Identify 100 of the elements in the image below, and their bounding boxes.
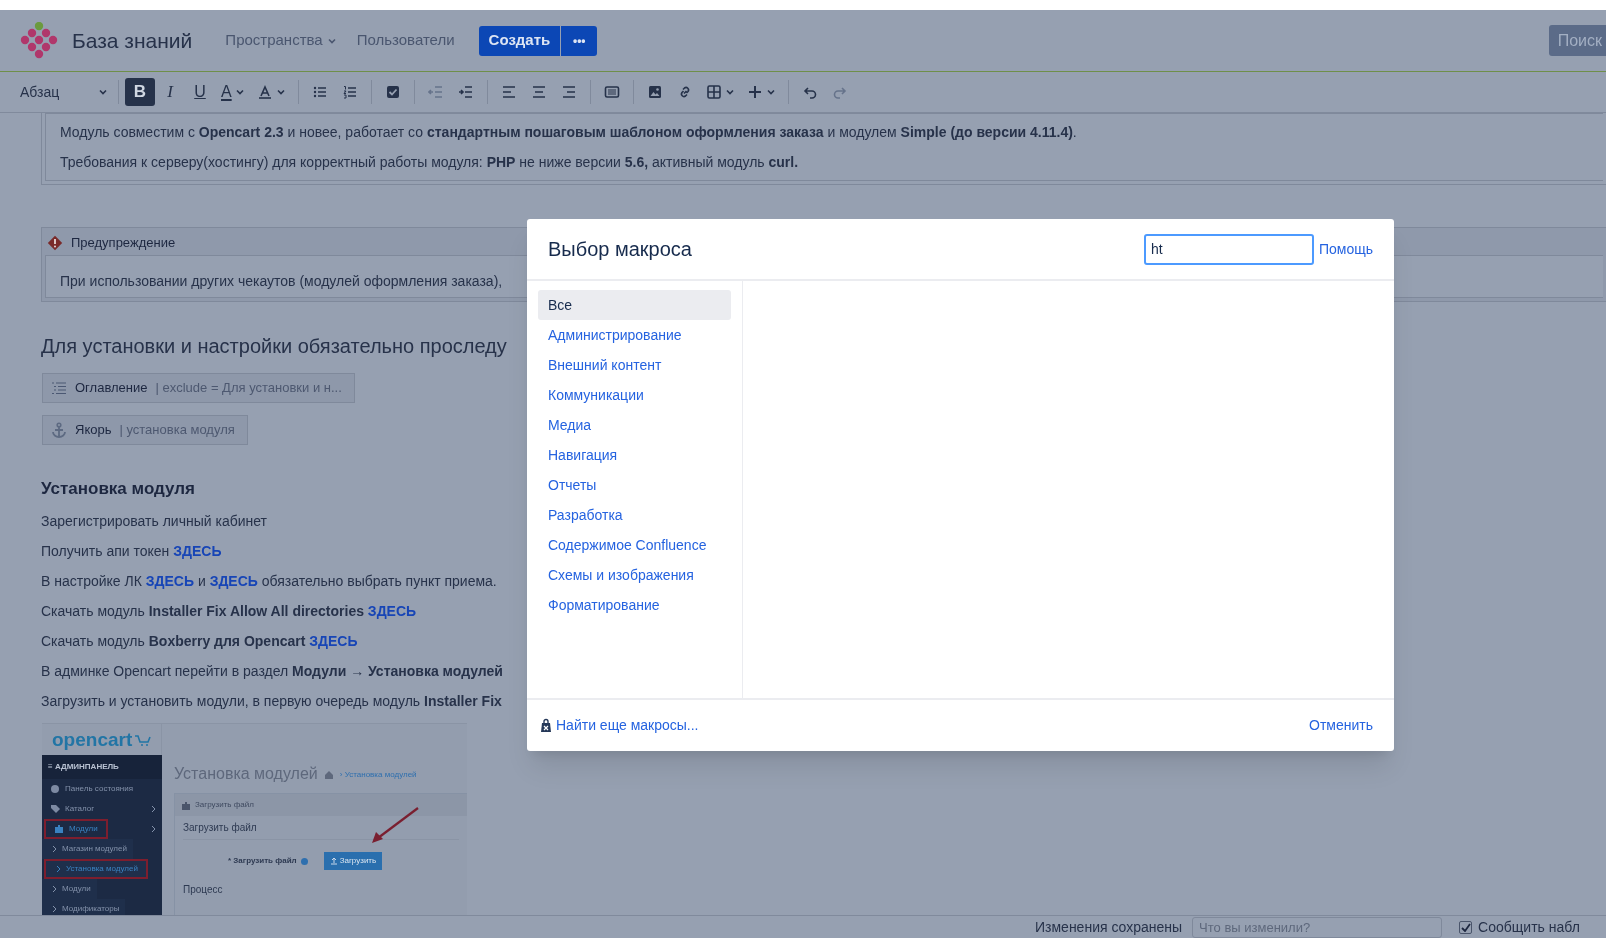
opencart-logo: opencart <box>52 730 133 749</box>
cart-icon <box>134 732 153 747</box>
paragraph-style-dropdown[interactable]: Абзац <box>14 77 112 107</box>
error-icon <box>47 235 63 251</box>
caret-icon <box>275 87 286 97</box>
category-item[interactable]: Отчеты <box>538 470 731 500</box>
checkbox-icon <box>384 84 401 100</box>
bold-button[interactable]: B <box>125 78 155 106</box>
menu-item[interactable]: Магазин модулей <box>42 839 133 859</box>
macro-parameters: | установка модуля <box>119 421 235 440</box>
link[interactable]: ЗДЕСЬ <box>145 573 194 589</box>
indent-icon <box>457 84 474 100</box>
align-left-icon <box>500 84 517 100</box>
dialog-title: Выбор макроса <box>548 237 692 262</box>
menu-item[interactable]: Установка модулей <box>44 859 148 879</box>
menu-item[interactable]: Модификаторы <box>42 899 126 915</box>
upload-button[interactable]: Загрузить <box>323 852 383 870</box>
checkbox[interactable] <box>1459 920 1473 934</box>
arrow <box>372 807 419 843</box>
paragraph: Загрузить и установить модули, в первую очередь модуль Installer Fix <box>41 692 502 711</box>
category-item[interactable]: Содержимое Confluence <box>538 530 731 560</box>
table-icon <box>705 84 722 100</box>
redo-icon <box>831 84 848 100</box>
outdent-icon <box>427 84 444 100</box>
macro-name: Якорь <box>75 421 112 440</box>
caret-icon <box>98 87 108 97</box>
italic-button[interactable]: I <box>155 78 185 106</box>
link[interactable]: ЗДЕСЬ <box>367 603 417 619</box>
menu-item[interactable]: Модули <box>44 819 108 839</box>
caret-icon <box>234 87 245 97</box>
bag-icon <box>539 718 553 733</box>
category-item[interactable]: Навигация <box>538 440 731 470</box>
find-more-macros-link[interactable]: Найти еще макросы... <box>539 715 699 736</box>
layout-icon <box>603 84 620 100</box>
caret-icon <box>724 87 735 97</box>
link[interactable]: ЗДЕСЬ <box>173 543 222 559</box>
bullet-list-icon <box>311 84 328 100</box>
macro-placeholder[interactable]: Оглавление | exclude = Для установки и н... <box>42 373 355 403</box>
paragraph: В настройке ЛК ЗДЕСЬ и ЗДЕСЬ обязательно выбрать пункт приема. <box>41 572 497 591</box>
cancel-button[interactable]: Отменить <box>1309 715 1373 736</box>
category-item[interactable]: Схемы и изображения <box>538 560 731 590</box>
search-field[interactable]: ht <box>1143 233 1314 265</box>
underline-button[interactable]: U <box>185 78 215 106</box>
menu-item[interactable]: Модули <box>42 879 97 899</box>
text-style-icon <box>256 84 273 100</box>
macro-parameters: | exclude = Для установки и н... <box>155 379 342 398</box>
comment-field[interactable]: Что вы изменили? <box>1192 916 1443 938</box>
panel-text: Модуль совместим с Opencart 2.3 и новее, работает со стандартным пошаговым шаблоном оформления заказа и модулем Simple (до версии 4.11.4). <box>60 123 1077 142</box>
nav-link[interactable]: Пространства <box>225 29 337 52</box>
more-button[interactable]: ••• <box>561 25 598 56</box>
list-icon <box>51 380 67 396</box>
nav-link[interactable]: Пользователи <box>356 29 455 52</box>
chevron-icon <box>151 805 156 813</box>
check-icon <box>1460 922 1471 932</box>
category-item[interactable]: Разработка <box>538 500 731 530</box>
checkbox-label: Сообщить набл <box>1478 917 1580 937</box>
progress-title: Процесс <box>183 883 224 897</box>
create-button[interactable]: Создать <box>478 25 561 56</box>
warning-title: Предупреждение <box>71 234 176 253</box>
help-link[interactable]: Помощь <box>1318 238 1373 260</box>
numbered-list-icon <box>341 84 358 100</box>
menu-item[interactable]: Панель состояния <box>42 779 139 799</box>
caret-icon <box>765 87 776 97</box>
category-item[interactable]: Администрирование <box>538 320 731 350</box>
link[interactable]: ЗДЕСЬ <box>209 573 258 589</box>
undo-icon <box>801 84 818 100</box>
sidebar-title: ≡ АДМИНПАНЕЛЬ <box>48 761 119 773</box>
link[interactable]: ЗДЕСЬ <box>309 633 358 649</box>
warning-text: При использовании других чекаутов (модулей оформления заказа), <box>60 272 503 291</box>
image-icon <box>646 84 663 100</box>
tag-icon <box>50 803 60 815</box>
paragraph: Скачать модуль Installer Fix Allow All directories ЗДЕСЬ <box>41 602 417 621</box>
section-heading: Для установки и настройки обязательно проследу <box>41 334 507 359</box>
align-center-icon <box>530 84 547 100</box>
text-color-button[interactable]: A <box>215 78 251 106</box>
paragraph: Получить апи токен ЗДЕСЬ <box>41 542 222 561</box>
panel-text: Требования к серверу(хостингу) для корректный работы модуля: PHP не ниже версии 5.6, активный модуль curl. <box>60 153 799 172</box>
chevron-icon <box>52 845 57 853</box>
chevron-icon <box>52 905 57 913</box>
category-item[interactable]: Внешний контент <box>538 350 731 380</box>
category-item[interactable]: Коммуникации <box>538 380 731 410</box>
chevron-icon <box>56 865 61 873</box>
category-item[interactable]: Все <box>538 290 731 320</box>
save-status: Изменения сохранены <box>1035 917 1183 937</box>
plus-icon <box>746 84 763 100</box>
home-icon <box>323 770 334 780</box>
subsection-heading: Установка модуля <box>41 478 195 500</box>
panel-title: Загрузить файл <box>195 799 254 811</box>
logo-icon[interactable] <box>20 22 58 59</box>
brand-title: База знаний <box>72 27 193 54</box>
category-item[interactable]: Медиа <box>538 410 731 440</box>
macro-placeholder[interactable]: Якорь | установка модуля <box>42 415 248 445</box>
macro-name: Оглавление <box>75 379 148 398</box>
align-right-icon <box>560 84 577 100</box>
paragraph: Зарегистрировать личный кабинет <box>41 512 267 531</box>
chevron-icon <box>52 885 57 893</box>
anchor-icon <box>51 422 67 438</box>
field-label: * Загрузить файл <box>228 855 297 867</box>
category-item[interactable]: Форматирование <box>538 590 731 620</box>
menu-item[interactable]: Каталог <box>42 799 101 819</box>
